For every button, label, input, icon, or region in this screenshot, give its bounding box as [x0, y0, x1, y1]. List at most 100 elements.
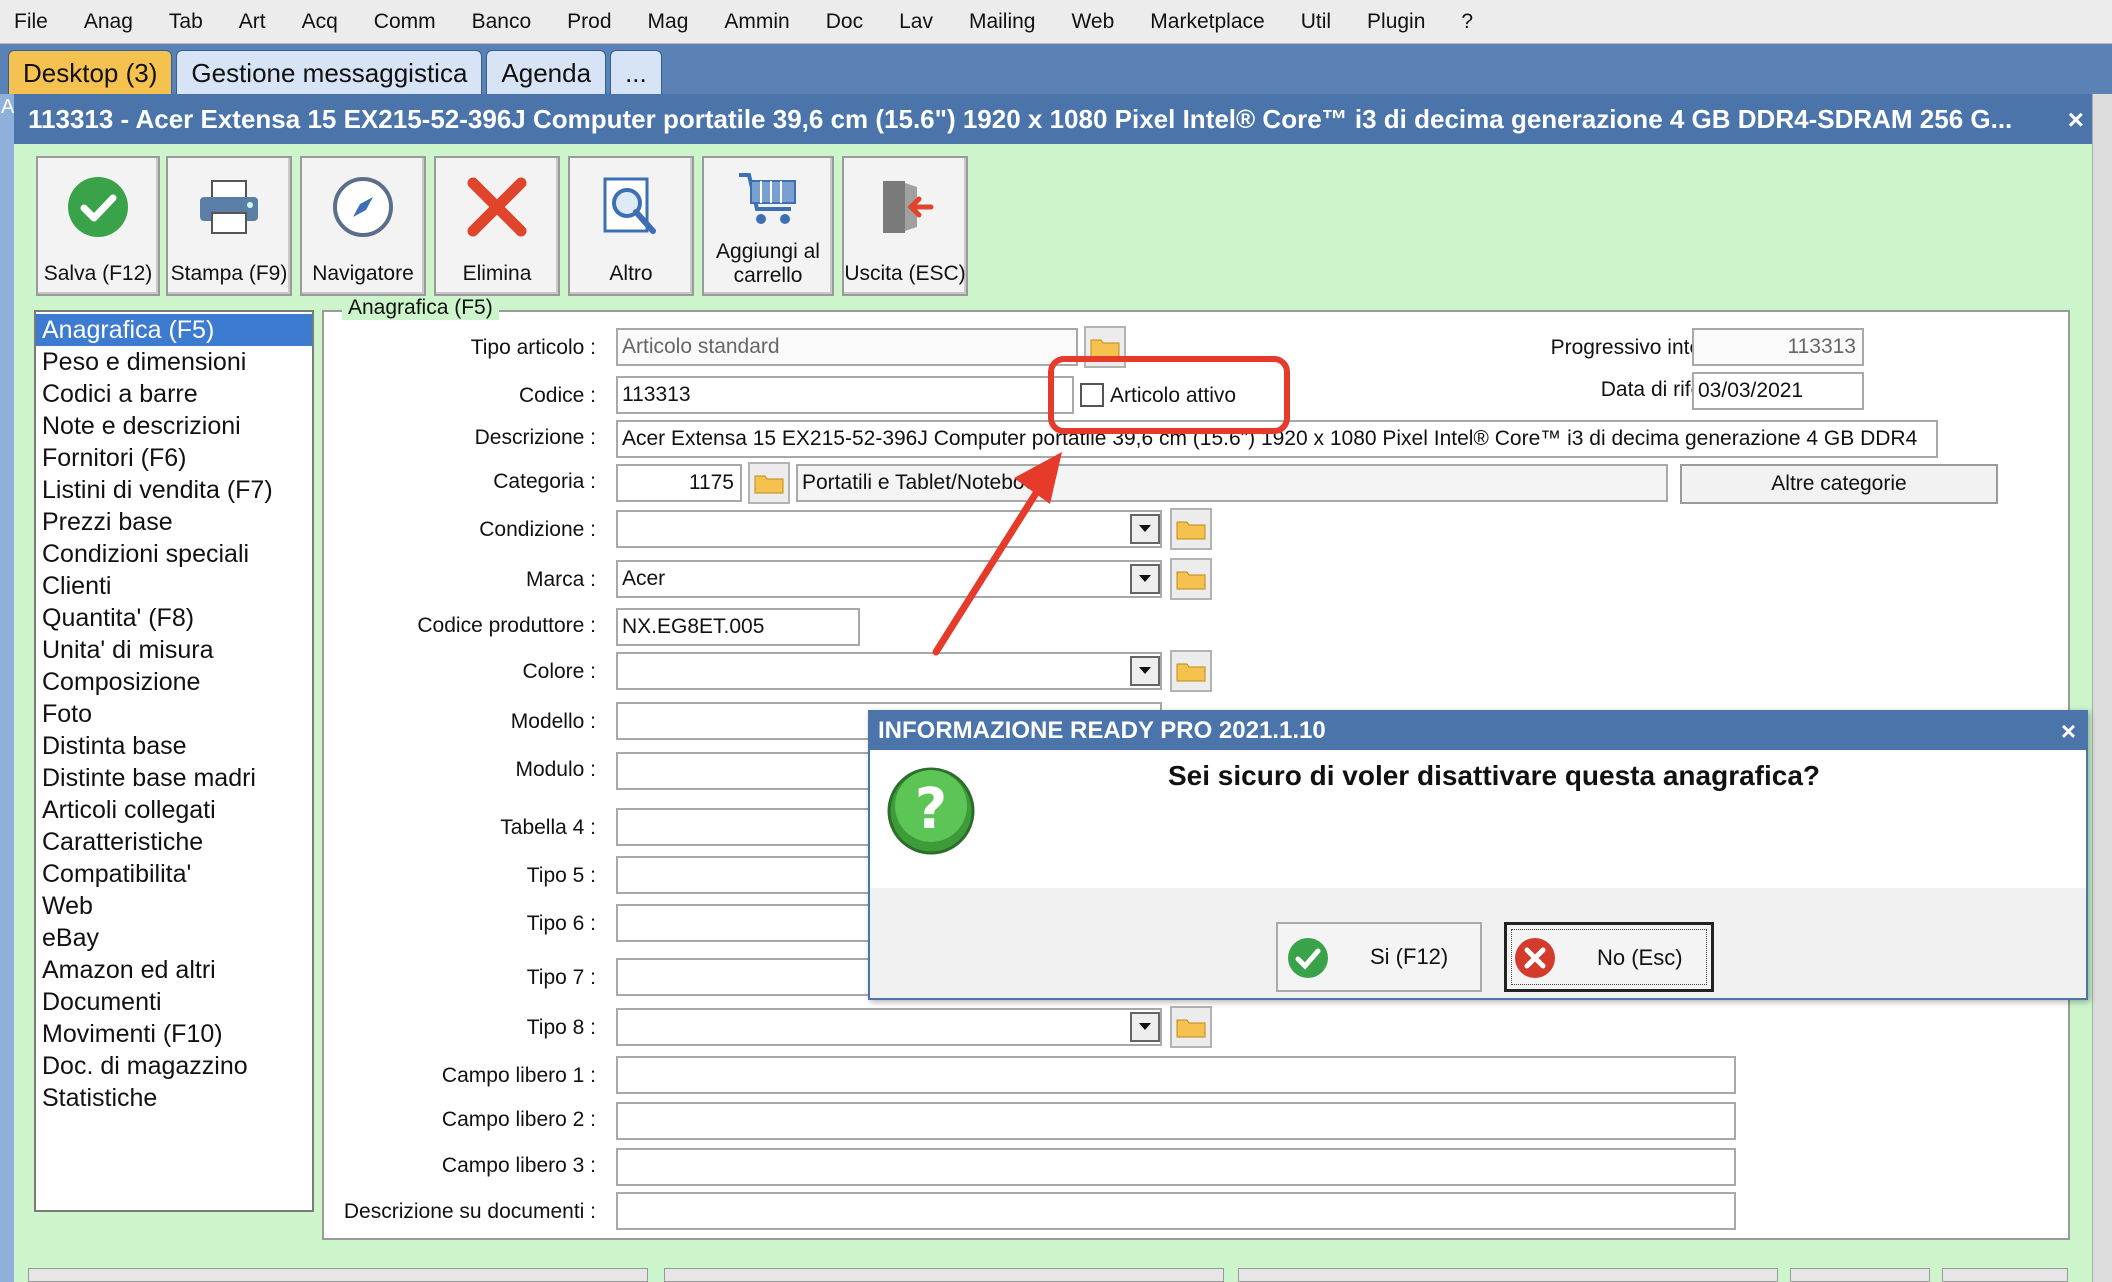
- section-item[interactable]: Anagrafica (F5): [36, 314, 312, 346]
- data-riferimento-field[interactable]: 03/03/2021: [1692, 372, 1864, 410]
- other-button[interactable]: Altro: [568, 156, 694, 296]
- section-item[interactable]: Codici a barre: [36, 378, 312, 410]
- tab-more[interactable]: ...: [610, 50, 662, 94]
- campo-libero-3-field[interactable]: [616, 1148, 1736, 1186]
- menu-item-util[interactable]: Util: [1283, 0, 1349, 44]
- campo-libero-3-label: Campo libero 3 :: [441, 1154, 596, 1177]
- menu-item-mag[interactable]: Mag: [630, 0, 707, 44]
- codice-produttore-field[interactable]: NX.EG8ET.005: [616, 608, 860, 646]
- marca-folder-icon[interactable]: [1170, 558, 1212, 600]
- section-item[interactable]: Doc. di magazzino: [36, 1050, 312, 1082]
- section-item[interactable]: Documenti: [36, 986, 312, 1018]
- section-item[interactable]: Movimenti (F10): [36, 1018, 312, 1050]
- menu-item-doc[interactable]: Doc: [808, 0, 881, 44]
- menu-item-ammin[interactable]: Ammin: [706, 0, 807, 44]
- descrizione-documenti-field[interactable]: [616, 1192, 1736, 1230]
- status-segment: [1790, 1268, 1930, 1282]
- marca-select[interactable]: Acer: [616, 560, 1162, 598]
- menu-item-comm[interactable]: Comm: [356, 0, 454, 44]
- tab-agenda[interactable]: Agenda: [486, 50, 607, 94]
- section-item[interactable]: Distinte base madri: [36, 762, 312, 794]
- progressivo-field[interactable]: 113313: [1692, 328, 1864, 366]
- dialog-close-icon[interactable]: ×: [2061, 712, 2076, 750]
- no-button[interactable]: No (Esc): [1504, 922, 1714, 992]
- condizione-folder-icon[interactable]: [1170, 508, 1212, 550]
- print-button-label: Stampa (F9): [170, 262, 288, 285]
- status-segment: [664, 1268, 1224, 1282]
- section-item[interactable]: Amazon ed altri: [36, 954, 312, 986]
- section-item[interactable]: Condizioni speciali: [36, 538, 312, 570]
- window-close-icon[interactable]: ×: [2068, 104, 2084, 136]
- section-item[interactable]: Peso e dimensioni: [36, 346, 312, 378]
- tipo8-folder-icon[interactable]: [1170, 1006, 1212, 1048]
- categoria-code-field[interactable]: 1175: [616, 464, 742, 502]
- print-button[interactable]: Stampa (F9): [166, 156, 292, 296]
- section-item[interactable]: Listini di vendita (F7): [36, 474, 312, 506]
- menu-item-web[interactable]: Web: [1053, 0, 1132, 44]
- dialog-titlebar: INFORMAZIONE READY PRO 2021.1.10 ×: [870, 712, 2086, 750]
- delete-button[interactable]: Elimina: [434, 156, 560, 296]
- exit-button[interactable]: Uscita (ESC): [842, 156, 968, 296]
- modello-label: Modello :: [510, 710, 596, 733]
- campo-libero-1-field[interactable]: [616, 1056, 1736, 1094]
- menu-item-mailing[interactable]: Mailing: [951, 0, 1054, 44]
- section-item[interactable]: Caratteristiche: [36, 826, 312, 858]
- menu-item-anag[interactable]: Anag: [66, 0, 151, 44]
- tipo8-chevron-down-icon[interactable]: [1130, 1012, 1160, 1042]
- yes-button-label: Si (F12): [1370, 944, 1449, 969]
- menu-item-acq[interactable]: Acq: [284, 0, 356, 44]
- marca-chevron-down-icon[interactable]: [1130, 564, 1160, 594]
- section-item[interactable]: Statistiche: [36, 1082, 312, 1114]
- tipo8-label: Tipo 8 :: [526, 1016, 596, 1039]
- menu-item-tab[interactable]: Tab: [151, 0, 221, 44]
- colore-folder-icon[interactable]: [1170, 650, 1212, 692]
- menu-item-help[interactable]: ?: [1443, 0, 1491, 44]
- menu-item-plugin[interactable]: Plugin: [1349, 0, 1443, 44]
- tab-gestione-messaggistica[interactable]: Gestione messaggistica: [176, 50, 483, 94]
- tabella4-label: Tabella 4 :: [500, 816, 596, 839]
- campo-libero-2-field[interactable]: [616, 1102, 1736, 1140]
- section-item[interactable]: Distinta base: [36, 730, 312, 762]
- yes-button[interactable]: Si (F12): [1276, 922, 1482, 992]
- section-item[interactable]: Articoli collegati: [36, 794, 312, 826]
- menu-item-prod[interactable]: Prod: [549, 0, 629, 44]
- section-list: Anagrafica (F5) Peso e dimensioni Codici a…: [34, 310, 314, 1212]
- tipo7-label: Tipo 7 :: [526, 966, 596, 989]
- altre-categorie-button[interactable]: Altre categorie: [1680, 464, 1998, 504]
- add-to-cart-button[interactable]: Aggiungi al carrello: [702, 156, 834, 296]
- section-item[interactable]: Prezzi base: [36, 506, 312, 538]
- tipo-articolo-field[interactable]: Articolo standard: [616, 328, 1078, 366]
- save-button[interactable]: Salva (F12): [36, 156, 160, 296]
- navigator-button[interactable]: Navigatore: [300, 156, 426, 296]
- menu-item-art[interactable]: Art: [221, 0, 284, 44]
- menu-item-lav[interactable]: Lav: [881, 0, 951, 44]
- section-item[interactable]: Web: [36, 890, 312, 922]
- add-to-cart-label-line1: Aggiungi al: [716, 240, 820, 263]
- condizione-select[interactable]: [616, 510, 1162, 548]
- section-item[interactable]: Quantita' (F8): [36, 602, 312, 634]
- menu-item-file[interactable]: File: [0, 0, 66, 44]
- section-item[interactable]: eBay: [36, 922, 312, 954]
- add-to-cart-label: Aggiungi al carrello: [704, 240, 832, 288]
- tab-desktop-3[interactable]: Desktop (3): [8, 50, 173, 94]
- section-item[interactable]: Clienti: [36, 570, 312, 602]
- condizione-chevron-down-icon[interactable]: [1130, 514, 1160, 544]
- section-item[interactable]: Unita' di misura: [36, 634, 312, 666]
- section-item[interactable]: Note e descrizioni: [36, 410, 312, 442]
- question-icon: ?: [886, 766, 976, 862]
- codice-field[interactable]: 113313: [616, 376, 1074, 414]
- section-item[interactable]: Fornitori (F6): [36, 442, 312, 474]
- modulo-label: Modulo :: [515, 758, 596, 781]
- printer-icon: [168, 172, 290, 242]
- delete-button-label: Elimina: [462, 262, 532, 285]
- colore-chevron-down-icon[interactable]: [1130, 656, 1160, 686]
- menu-item-marketplace[interactable]: Marketplace: [1132, 0, 1282, 44]
- menu-item-banco[interactable]: Banco: [454, 0, 550, 44]
- section-item[interactable]: Composizione: [36, 666, 312, 698]
- section-item[interactable]: Compatibilita': [36, 858, 312, 890]
- tipo8-select[interactable]: [616, 1008, 1162, 1046]
- colore-select[interactable]: [616, 652, 1162, 690]
- colore-label: Colore :: [522, 660, 596, 683]
- section-item[interactable]: Foto: [36, 698, 312, 730]
- categoria-folder-icon[interactable]: [748, 462, 790, 504]
